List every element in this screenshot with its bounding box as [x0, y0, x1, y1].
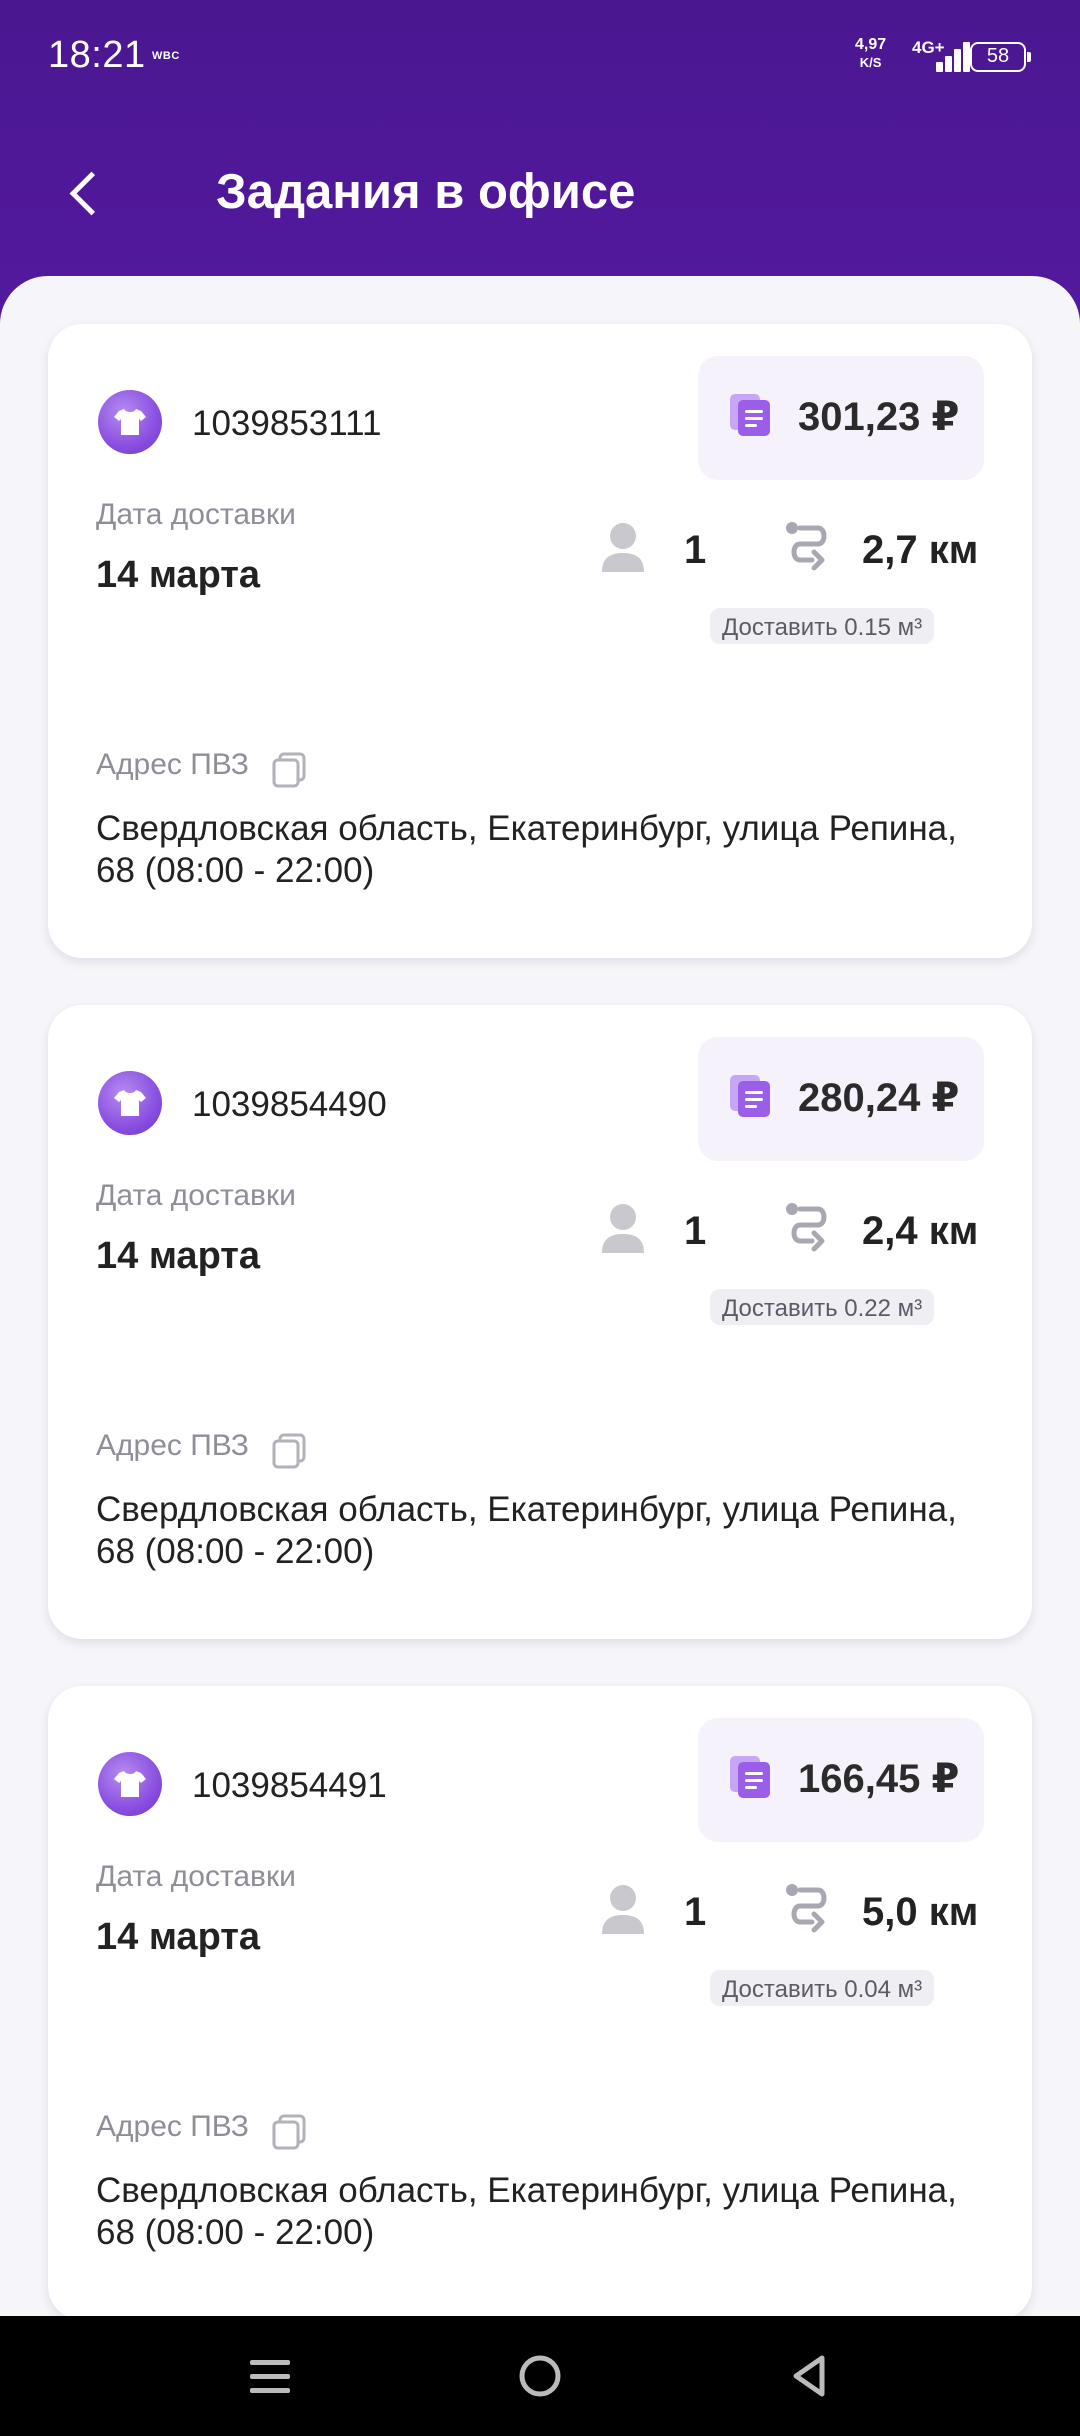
route-distance: 2,7 км — [862, 528, 979, 572]
passenger-count: 1 — [684, 1890, 707, 1934]
tshirt-icon — [98, 1752, 162, 1816]
tshirt-icon — [98, 1071, 162, 1135]
orders-list[interactable]: 1039853111 301,23 ₽ Дата доставки 14 мар… — [0, 276, 1080, 2316]
speed-unit: K/S — [859, 55, 882, 70]
person-icon — [602, 1204, 644, 1253]
pickup-address: Свердловская область, Екатеринбург, улиц… — [96, 809, 957, 890]
copy-icon[interactable] — [270, 1431, 308, 1469]
price-badge: 301,23 ₽ — [698, 356, 984, 480]
delivery-date: 14 марта — [96, 554, 261, 596]
volume-badge: Доставить 0.22 м³ — [710, 1289, 935, 1325]
menu-icon[interactable] — [240, 2346, 300, 2406]
delivery-date: 14 марта — [96, 1916, 261, 1958]
battery-icon: 58 — [970, 42, 1031, 72]
volume-badge: Доставить 0.04 м³ — [710, 1970, 935, 2006]
price-badge: 280,24 ₽ — [698, 1037, 984, 1161]
order-price: 301,23 ₽ — [798, 395, 960, 439]
pickup-address: Свердловская область, Екатеринбург, улиц… — [96, 1490, 957, 1571]
order-id: 1039854490 — [192, 1085, 387, 1124]
back-icon[interactable] — [780, 2346, 840, 2406]
volume-badge: Доставить 0.15 м³ — [710, 608, 935, 644]
passenger-count: 1 — [684, 1209, 707, 1253]
status-bar: 18:21 WBC 4,97 K/S 4G+ 58 — [0, 0, 1080, 110]
page-title: Задания в офисе — [216, 165, 636, 219]
order-id: 1039853111 — [192, 404, 382, 443]
route-icon — [786, 522, 827, 571]
pickup-address: Свердловская область, Екатеринбург, улиц… — [96, 2171, 957, 2252]
delivery-date-label: Дата доставки — [96, 498, 296, 531]
route-icon — [786, 1203, 827, 1252]
route-distance: 2,4 км — [862, 1209, 979, 1253]
route-distance: 5,0 км — [862, 1890, 979, 1934]
order-id: 1039854491 — [192, 1766, 387, 1805]
copy-icon[interactable] — [270, 750, 308, 788]
route-icon — [786, 1884, 827, 1933]
tshirt-icon — [98, 390, 162, 454]
network-speed: 4,97 K/S — [855, 36, 886, 72]
passenger-count: 1 — [684, 528, 707, 572]
carrier-label: WBC — [152, 50, 180, 62]
pickup-address-label: Адрес ПВЗ — [96, 748, 249, 781]
price-badge: 166,45 ₽ — [698, 1718, 984, 1842]
copy-icon[interactable] — [270, 2112, 308, 2150]
receipt-icon — [730, 1756, 770, 1798]
receipt-icon — [730, 1075, 770, 1117]
order-price: 280,24 ₽ — [798, 1076, 960, 1120]
home-icon[interactable] — [510, 2346, 570, 2406]
order-price: 166,45 ₽ — [798, 1757, 960, 1801]
person-icon — [602, 523, 644, 572]
person-icon — [602, 1885, 644, 1934]
order-card[interactable]: 1039854491 166,45 ₽ Дата доставки 14 мар… — [48, 1686, 1032, 2316]
delivery-date: 14 марта — [96, 1235, 261, 1277]
status-time: 18:21 — [48, 34, 146, 76]
order-card[interactable]: 1039853111 301,23 ₽ Дата доставки 14 мар… — [48, 324, 1032, 958]
receipt-icon — [730, 394, 770, 436]
speed-value: 4,97 — [855, 36, 887, 53]
battery-level: 58 — [986, 45, 1010, 67]
system-nav-bar — [0, 2316, 1080, 2436]
delivery-date-label: Дата доставки — [96, 1179, 296, 1212]
back-button[interactable] — [62, 160, 112, 224]
pickup-address-label: Адрес ПВЗ — [96, 2110, 249, 2143]
order-card[interactable]: 1039854490 280,24 ₽ Дата доставки 14 мар… — [48, 1005, 1032, 1639]
delivery-date-label: Дата доставки — [96, 1860, 296, 1893]
pickup-address-label: Адрес ПВЗ — [96, 1429, 249, 1462]
